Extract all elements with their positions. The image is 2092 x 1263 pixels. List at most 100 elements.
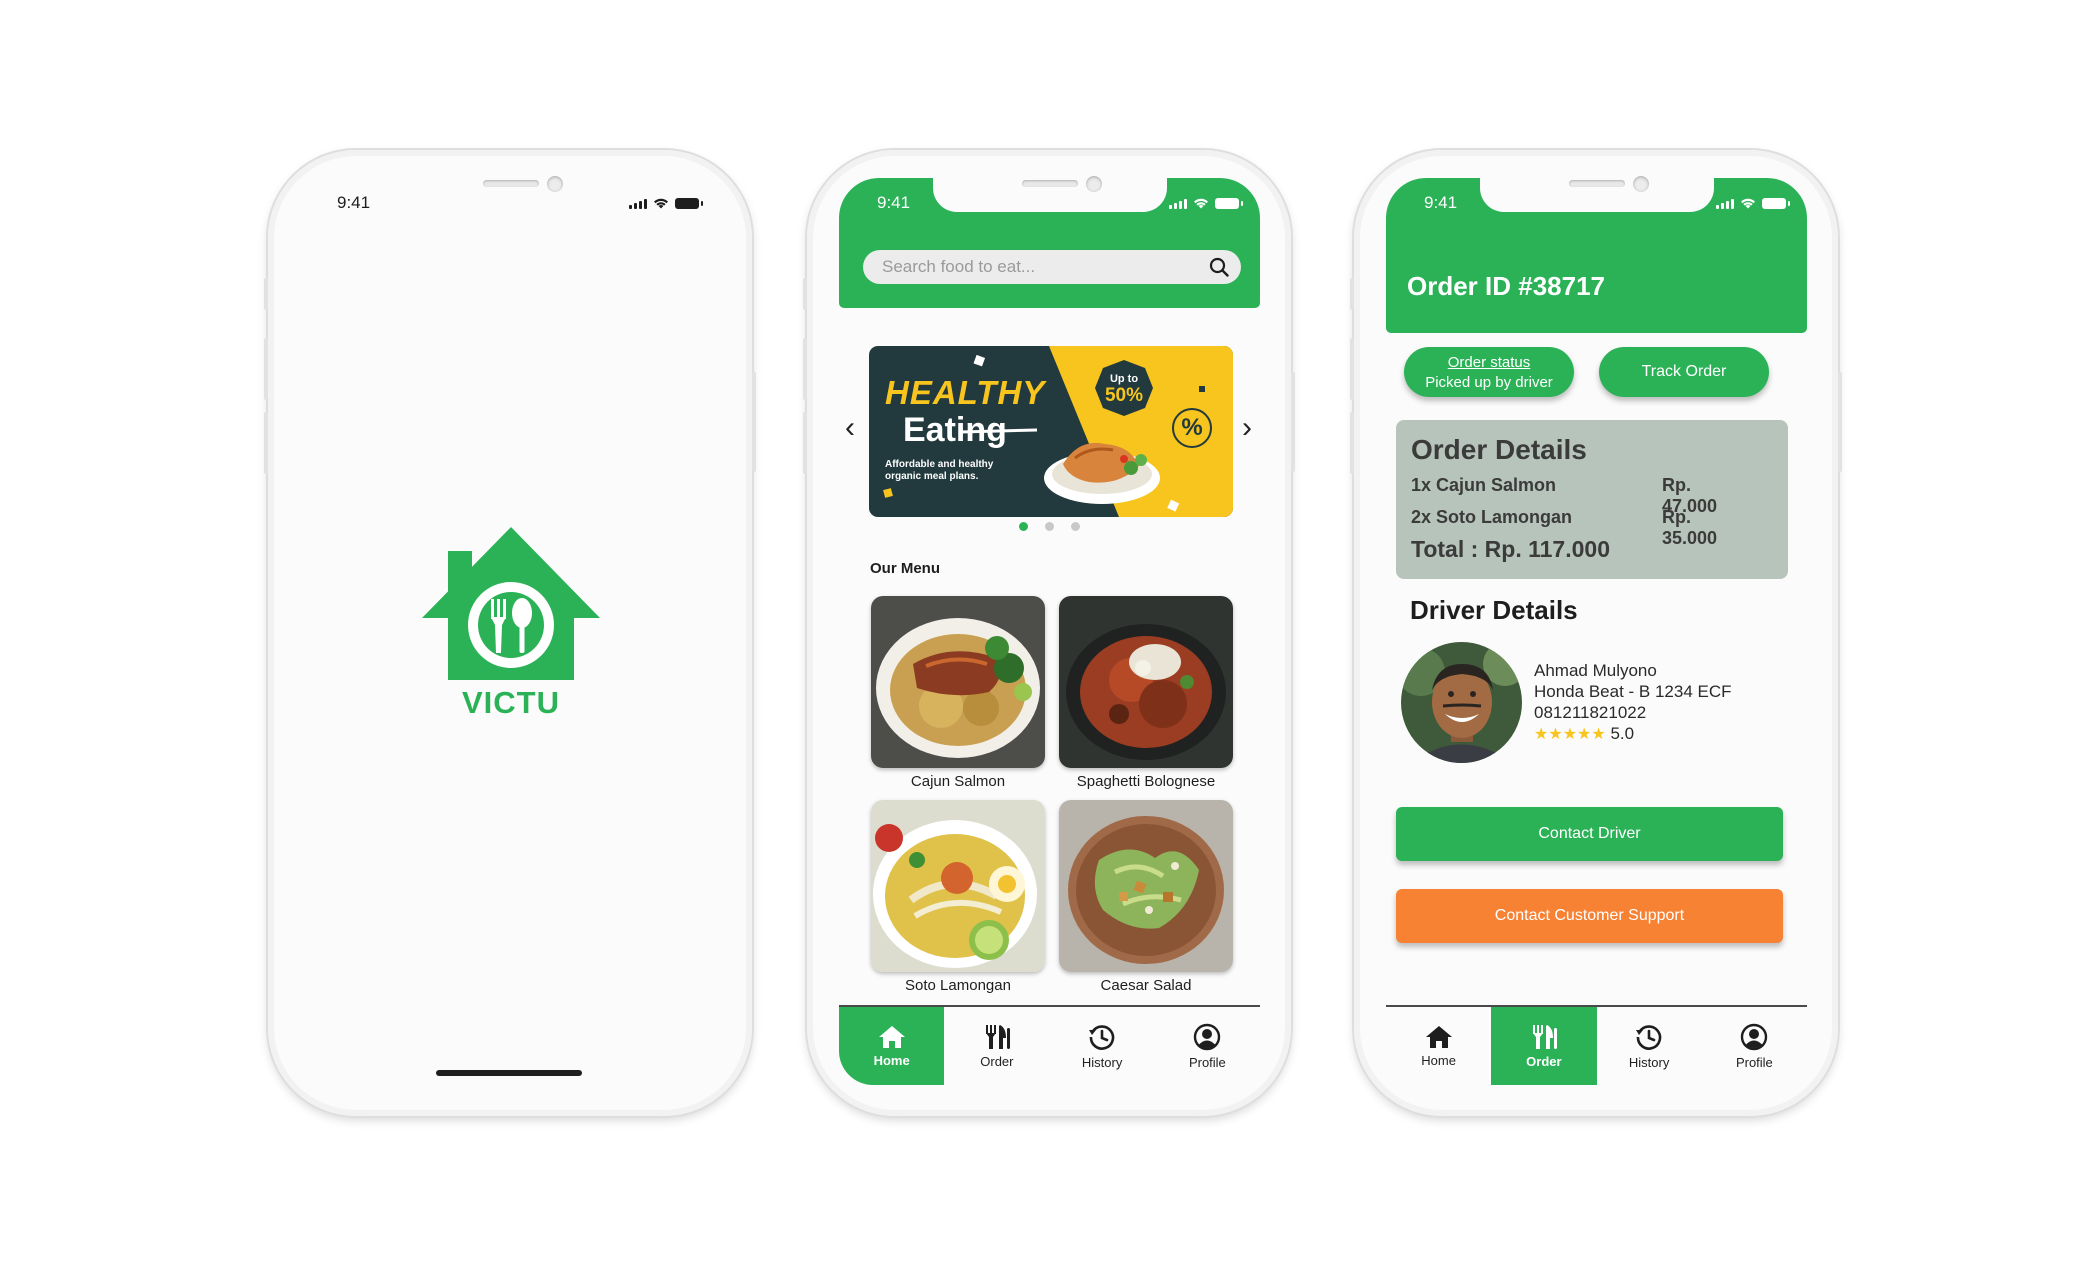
carousel-dots xyxy=(1019,522,1080,531)
carousel-dot[interactable] xyxy=(1019,522,1028,531)
banner-prev-arrow[interactable]: ‹ xyxy=(845,413,855,443)
driver-phone: 081211821022 xyxy=(1534,703,1647,722)
home-icon xyxy=(878,1025,905,1048)
menu-item-label: Caesar Salad xyxy=(1100,977,1192,994)
silent-switch xyxy=(264,278,268,310)
driver-name: Ahmad Mulyono xyxy=(1534,661,1657,680)
tab-home[interactable]: Home xyxy=(1386,1007,1491,1085)
tab-profile[interactable]: Profile xyxy=(1702,1007,1807,1085)
driver-details-title: Driver Details xyxy=(1410,595,1578,625)
driver-rating-row: ★★★★★ 5.0 xyxy=(1534,723,1732,745)
history-icon xyxy=(1636,1024,1662,1050)
menu-item-spaghetti-bolognese[interactable]: Spaghetti Bolognese xyxy=(1059,596,1233,790)
contact-support-button[interactable]: Contact Customer Support xyxy=(1396,889,1783,943)
badge-up-to: Up to xyxy=(1109,373,1139,385)
house-fork-spoon-icon xyxy=(422,527,600,680)
wifi-icon xyxy=(654,198,668,209)
discount-badge: Up to 50% xyxy=(1095,360,1153,416)
status-icons xyxy=(1169,197,1243,209)
order-item-name: 1x Cajun Salmon xyxy=(1411,475,1557,495)
banner-next-arrow[interactable]: › xyxy=(1242,413,1252,443)
search-input[interactable] xyxy=(882,257,1209,277)
tab-history[interactable]: History xyxy=(1050,1007,1155,1085)
driver-vehicle: Honda Beat - B 1234 ECF xyxy=(1534,682,1732,701)
order-details-title: Order Details xyxy=(1411,434,1587,465)
history-icon xyxy=(1089,1024,1115,1050)
status-icons xyxy=(629,197,703,209)
victu-logo: VICTU xyxy=(418,525,604,720)
driver-info: Ahmad Mulyono Honda Beat - B 1234 ECF 08… xyxy=(1534,660,1732,745)
tab-order[interactable]: Order xyxy=(944,1007,1049,1085)
search-bar[interactable] xyxy=(863,250,1241,284)
tab-home[interactable]: Home xyxy=(839,1007,945,1085)
signal-icon xyxy=(629,199,647,209)
volume-down-button xyxy=(264,412,268,474)
profile-icon xyxy=(1194,1023,1221,1050)
driver-rating: 5.0 xyxy=(1610,724,1635,743)
menu-item-image xyxy=(1059,800,1233,972)
speaker xyxy=(1569,180,1625,187)
banner-subtitle: Affordable and healthy organic meal plan… xyxy=(885,459,994,482)
tab-label: Profile xyxy=(1188,1054,1226,1070)
front-camera xyxy=(547,176,563,192)
star-rating-icon: ★★★★★ xyxy=(1534,726,1606,743)
promo-banner[interactable]: HEALTHY Eating Affordable and healthy or… xyxy=(869,346,1233,517)
order-item-name: 2x Soto Lamongan xyxy=(1411,507,1573,527)
menu-item-label: Cajun Salmon xyxy=(910,773,1006,790)
order-phone: 9:41 Order ID #38717 Order status Picked… xyxy=(1350,150,1842,1116)
signal-icon xyxy=(1716,199,1734,209)
status-icons xyxy=(1716,197,1790,209)
home-icon xyxy=(1425,1025,1452,1048)
order-details-box: Order Details 1x Cajun Salmon Rp. 47.000… xyxy=(1396,420,1788,579)
order-status-pill[interactable]: Order status Picked up by driver xyxy=(1404,347,1574,397)
tab-label: History xyxy=(1081,1054,1123,1070)
order-status-label[interactable]: Order status xyxy=(1404,354,1574,371)
tab-label: Order xyxy=(980,1053,1014,1069)
fork-knife-icon xyxy=(1532,1024,1557,1049)
battery-icon xyxy=(1215,198,1243,209)
menu-item-soto-lamongan[interactable]: Soto Lamongan xyxy=(871,800,1045,994)
front-camera xyxy=(1086,176,1102,192)
badge-percent: 50% xyxy=(1104,385,1144,406)
tab-history[interactable]: History xyxy=(1597,1007,1702,1085)
banner-title-eating: Eating xyxy=(903,411,1007,449)
search-icon[interactable] xyxy=(1209,257,1229,277)
order-item-price: Rp. 35.000 xyxy=(1662,507,1718,548)
tab-label: History xyxy=(1628,1054,1670,1070)
tab-label: Order xyxy=(1526,1053,1562,1069)
menu-item-label: Soto Lamongan xyxy=(905,977,1011,994)
menu-item-image xyxy=(871,596,1045,768)
volume-up-button xyxy=(264,338,268,400)
battery-icon xyxy=(1762,198,1790,209)
percent-icon: % xyxy=(1172,408,1212,448)
status-time: 9:41 xyxy=(337,193,371,212)
tab-label: Profile xyxy=(1735,1054,1773,1070)
bottom-tab-bar: Home Order History Profile xyxy=(839,1005,1260,1085)
status-time: 9:41 xyxy=(1424,193,1458,212)
tab-order[interactable]: Order xyxy=(1491,1007,1597,1085)
tab-label: Home xyxy=(873,1052,910,1068)
silent-switch xyxy=(803,278,807,310)
tab-profile[interactable]: Profile xyxy=(1155,1007,1260,1085)
menu-item-caesar-salad[interactable]: Caesar Salad xyxy=(1059,800,1233,994)
power-button xyxy=(752,372,756,472)
home-indicator[interactable] xyxy=(436,1070,582,1076)
order-status-value: Picked up by driver xyxy=(1425,374,1553,391)
fork-knife-icon xyxy=(985,1024,1010,1049)
order-line-item: 1x Cajun Salmon Rp. 47.000 xyxy=(1411,475,1751,516)
carousel-dot[interactable] xyxy=(1071,522,1080,531)
volume-up-button xyxy=(803,338,807,400)
speaker xyxy=(1022,180,1078,187)
menu-item-image xyxy=(871,800,1045,972)
order-line-item: 2x Soto Lamongan Rp. 35.000 xyxy=(1411,507,1751,548)
front-camera xyxy=(1633,176,1649,192)
wifi-icon xyxy=(1741,198,1755,209)
carousel-dot[interactable] xyxy=(1045,522,1054,531)
menu-item-cajun-salmon[interactable]: Cajun Salmon xyxy=(871,596,1045,790)
speaker xyxy=(483,180,539,187)
contact-driver-button[interactable]: Contact Driver xyxy=(1396,807,1783,861)
power-button xyxy=(1291,372,1295,472)
profile-icon xyxy=(1741,1023,1768,1050)
track-order-button[interactable]: Track Order xyxy=(1599,347,1769,397)
banner-title-healthy: HEALTHY xyxy=(885,374,1046,411)
